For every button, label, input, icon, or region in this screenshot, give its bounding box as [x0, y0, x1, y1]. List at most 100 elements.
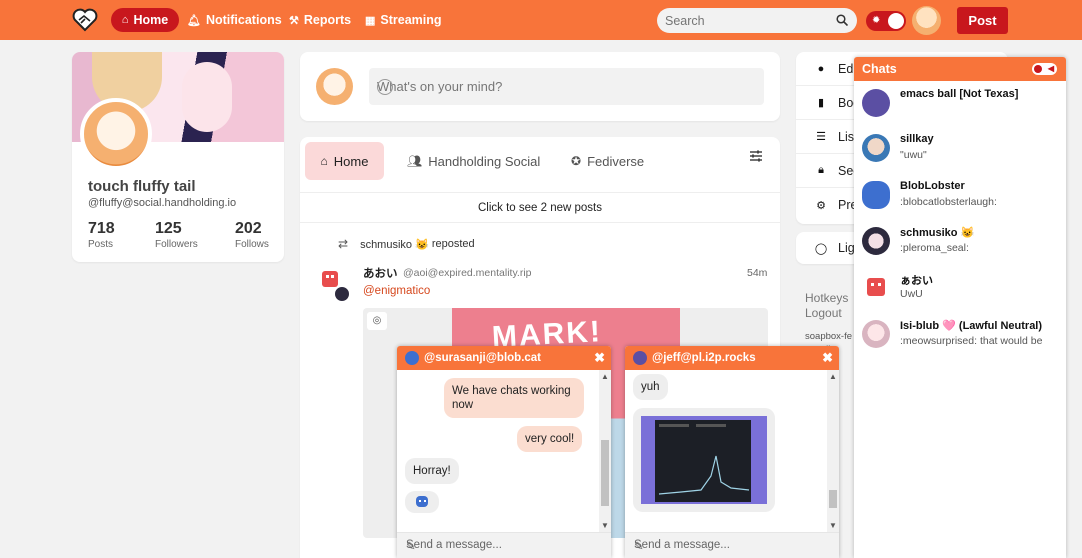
nav-reports[interactable]: ⚒ Reports [289, 8, 351, 32]
stat-followers-label: Followers [155, 239, 198, 250]
post-mention-link[interactable]: @enigmatico [363, 285, 430, 297]
sliders-icon[interactable] [749, 149, 763, 163]
post-button[interactable]: Post [957, 7, 1008, 34]
repost-user[interactable]: schmusiko 😺 [360, 238, 429, 251]
chat-message-input[interactable]: Send a message... ✎ [397, 532, 611, 558]
scroll-down-icon[interactable]: ▼ [599, 521, 611, 530]
chat-message-image[interactable] [633, 408, 775, 512]
paperclip-icon[interactable]: ✎ [406, 539, 601, 553]
nav-reports-label: Reports [303, 13, 352, 27]
new-posts-banner[interactable]: Click to see 2 new posts [300, 192, 780, 223]
scroll-up-icon[interactable]: ▲ [599, 372, 611, 381]
compose-input[interactable]: What's on your mind? [369, 68, 764, 105]
lock-icon: 🔒︎ [818, 164, 824, 176]
chat-window-header[interactable]: @jeff@pl.i2p.rocks ✖ [625, 346, 839, 370]
hotkeys-link[interactable]: Hotkeys [805, 291, 848, 306]
compose-avatar [316, 68, 353, 105]
stat-follows[interactable]: 202 Follows [235, 220, 269, 250]
banner-art-2 [182, 62, 232, 132]
tab-handholding-social[interactable]: 👥︎ Handholding Social [407, 142, 540, 180]
chat-window-jeff: @jeff@pl.i2p.rocks ✖ yuh ▲ ▼ Send a mess… [625, 346, 839, 558]
stat-followers[interactable]: 125 Followers [155, 220, 198, 250]
chat-list-item[interactable]: schmusiko 😺 :pleroma_seal: [854, 223, 1066, 269]
chat-message-input[interactable]: Send a message... ✎ [625, 532, 839, 558]
repost-icon: ⇄ [338, 237, 349, 251]
emoji-icon[interactable] [377, 79, 393, 95]
chat-avatar [862, 89, 890, 117]
chat-last-message: UwU [900, 288, 923, 300]
scroll-up-icon[interactable]: ▲ [827, 372, 839, 381]
tab-fediverse[interactable]: ✪ Fediverse [571, 142, 644, 180]
chat-avatar-art [867, 278, 885, 296]
logout-link[interactable]: Logout [805, 306, 848, 321]
chat-sound-toggle[interactable]: ◀ [1032, 63, 1057, 75]
chat-message: We have chats working now [444, 378, 584, 418]
home-icon: ⌂ [320, 154, 328, 168]
scroll-down-icon[interactable]: ▼ [827, 521, 839, 530]
chat-list-item[interactable]: sillkay "uwu" [854, 130, 1066, 176]
post-timestamp[interactable]: 54m [747, 267, 767, 279]
nav-notifications-label: Notifications [205, 13, 282, 27]
gavel-icon: ⚒ [289, 14, 299, 27]
sidebar-links: Hotkeys Logout [805, 291, 848, 321]
close-icon[interactable]: ✖ [594, 346, 605, 370]
handholding-logo-icon[interactable] [72, 8, 98, 32]
chat-avatar [862, 273, 890, 301]
nav-home[interactable]: ⌂ Home [111, 8, 179, 32]
search-input[interactable] [657, 8, 827, 33]
profile-avatar[interactable] [80, 98, 152, 170]
chat-name: sillkay [900, 133, 934, 145]
blobcat-emoji-icon [416, 496, 428, 507]
nav-streaming[interactable]: ▦ Streaming [365, 8, 442, 32]
chat-list-item[interactable]: emacs ball [Not Texas] [854, 85, 1066, 131]
paperclip-icon[interactable]: ✎ [634, 539, 829, 553]
speaker-icon: ◀ [1047, 64, 1054, 73]
post-author-acct[interactable]: @aoi@expired.mentality.rip [403, 267, 532, 279]
close-icon[interactable]: ✖ [822, 346, 833, 370]
stat-posts[interactable]: 718 Posts [88, 220, 115, 250]
scroll-thumb[interactable] [829, 490, 837, 508]
search-icon[interactable] [836, 14, 848, 26]
chat-name: BlobLobster [900, 180, 965, 192]
profile-card: touch fluffy tail @fluffy@social.handhol… [72, 52, 284, 262]
top-navigation-bar: ⌂ Home 🔔︎ Notifications ⚒ Reports ▦ Stre… [0, 0, 1082, 40]
scroll-thumb[interactable] [601, 440, 609, 506]
gear-icon: ⚙ [816, 199, 826, 212]
tab-home-label: Home [333, 153, 369, 169]
chat-window-avatar [405, 351, 419, 365]
footer-line-1[interactable]: soapbox-fe [805, 330, 852, 343]
chat-message: yuh [633, 374, 668, 400]
chat-list-item[interactable]: BlobLobster :blobcatlobsterlaugh: [854, 177, 1066, 223]
reposter-avatar[interactable] [333, 285, 351, 303]
list-icon: ☰ [816, 131, 826, 143]
post-author-name[interactable]: あおい [363, 265, 398, 281]
theme-toggle[interactable]: ✹ [866, 11, 906, 31]
chats-header[interactable]: Chats ◀ [854, 57, 1066, 81]
hide-media-icon[interactable]: ◎ [367, 312, 387, 330]
chat-list-item[interactable]: ぁおい UwU [854, 269, 1066, 315]
chat-window-surasanji: @surasanji@blob.cat ✖ We have chats work… [397, 346, 611, 558]
chat-list-item[interactable]: Isi-blub 🩷 (Lawful Neutral) :meowsurpris… [854, 316, 1066, 362]
chat-name: ぁおい [900, 275, 933, 287]
toggle-dot [1034, 65, 1042, 73]
stat-follows-number: 202 [235, 220, 262, 237]
toggle-knob [888, 13, 904, 29]
chat-last-message: :meowsurprised: that would be [900, 335, 1043, 347]
profile-display-name[interactable]: touch fluffy tail [88, 178, 196, 195]
stat-posts-label: Posts [88, 239, 114, 250]
sun-icon: ✹ [872, 15, 881, 26]
chat-scrollbar[interactable]: ▲ ▼ [599, 370, 611, 532]
chat-message: very cool! [517, 426, 583, 452]
chat-attachment-image [641, 416, 767, 504]
tab-home[interactable]: ⌂ Home [305, 142, 384, 180]
repost-indicator: ⇄ schmusiko 😺 reposted [338, 237, 475, 251]
chat-scrollbar[interactable]: ▲ ▼ [827, 370, 839, 532]
chat-avatar [862, 134, 890, 162]
account-avatar[interactable] [912, 6, 941, 35]
stat-followers-number: 125 [155, 220, 182, 237]
tab-handholding-social-label: Handholding Social [428, 153, 541, 169]
fediverse-icon: ✪ [571, 154, 582, 168]
nav-notifications[interactable]: 🔔︎ Notifications [187, 8, 282, 32]
chat-window-header[interactable]: @surasanji@blob.cat ✖ [397, 346, 611, 370]
user-icon: ● [817, 62, 825, 75]
